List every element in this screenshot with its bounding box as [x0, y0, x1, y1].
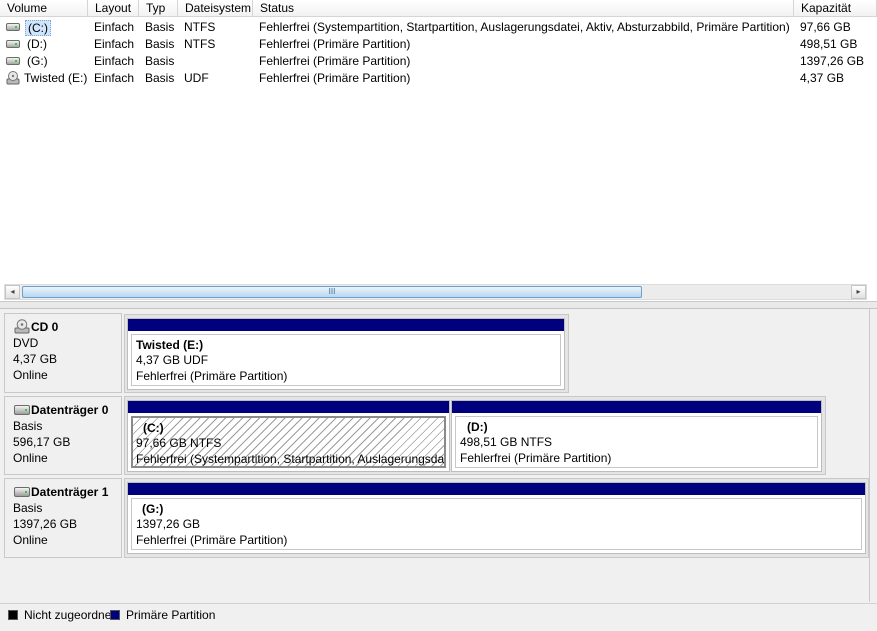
partition-d[interactable]: (D:) 498,51 GB NTFS Fehlerfrei (Primäre …: [451, 400, 822, 472]
legend-label-unallocated: Nicht zugeordnet: [24, 608, 115, 622]
drive-icon: [6, 23, 20, 31]
column-header-status[interactable]: Status: [253, 0, 794, 17]
table-row[interactable]: (C:) Einfach Basis NTFS Fehlerfrei (Syst…: [0, 19, 877, 36]
disk-size: 4,37 GB: [13, 352, 58, 366]
legend-swatch-unallocated: [8, 610, 18, 620]
partition-twisted-e[interactable]: Twisted (E:) 4,37 GB UDF Fehlerfrei (Pri…: [127, 318, 565, 390]
partition-status: Fehlerfrei (Primäre Partition): [136, 369, 288, 383]
legend-label-primary: Primäre Partition: [126, 608, 216, 622]
volume-filesystem: NTFS: [184, 20, 216, 34]
drive-icon: [6, 57, 20, 65]
disk-label-disk1[interactable]: Datenträger 1 Basis 1397,26 GB Online: [4, 478, 122, 558]
volume-capacity: 498,51 GB: [800, 37, 858, 51]
partition-bar: [128, 483, 865, 495]
partition-g[interactable]: (G:) 1397,26 GB Fehlerfrei (Primäre Part…: [127, 482, 866, 554]
disk-name: Datenträger 1: [31, 485, 109, 499]
volume-name: Twisted (E:): [24, 71, 88, 85]
volume-status: Fehlerfrei (Primäre Partition): [259, 37, 411, 51]
volume-status: Fehlerfrei (Primäre Partition): [259, 54, 411, 68]
table-row[interactable]: Twisted (E:) Einfach Basis UDF Fehlerfre…: [0, 70, 877, 87]
partition-size: 1397,26 GB: [136, 517, 201, 531]
legend-swatch-primary: [110, 610, 120, 620]
column-header-volume[interactable]: Volume: [0, 0, 88, 17]
volume-typ: Basis: [145, 20, 175, 34]
partition-status: Fehlerfrei (Primäre Partition): [460, 451, 612, 465]
volume-typ: Basis: [145, 37, 175, 51]
disk-name: Datenträger 0: [31, 403, 109, 417]
disk-icon: [14, 405, 30, 415]
scroll-left-button[interactable]: ◂: [5, 285, 20, 299]
pane-splitter[interactable]: [0, 302, 877, 309]
disk-state: Online: [13, 451, 48, 465]
partition-title: (C:): [143, 421, 164, 435]
partition-title: (D:): [467, 420, 488, 434]
drive-icon: [6, 40, 20, 48]
partition-bar: [452, 401, 821, 413]
volume-layout: Einfach: [94, 71, 135, 85]
cd-drive-icon: [6, 71, 20, 85]
volume-name: (C:): [25, 20, 51, 36]
volume-status: Fehlerfrei (Primäre Partition): [259, 71, 411, 85]
volume-name: (G:): [27, 54, 48, 68]
column-header-dateisystem[interactable]: Dateisystem: [178, 0, 253, 17]
scrollbar-thumb[interactable]: III: [22, 286, 642, 298]
disk-icon: [14, 487, 30, 497]
disk-kind: DVD: [13, 336, 39, 350]
volume-filesystem: UDF: [184, 71, 209, 85]
volume-typ: Basis: [145, 54, 175, 68]
partition-bar: [128, 401, 449, 413]
legend: Nicht zugeordnet Primäre Partition: [0, 603, 877, 626]
volume-capacity: 4,37 GB: [800, 71, 845, 85]
volume-layout: Einfach: [94, 37, 135, 51]
disk-label-disk0[interactable]: Datenträger 0 Basis 596,17 GB Online: [4, 396, 122, 475]
volume-status: Fehlerfrei (Systempartition, Startpartit…: [259, 20, 790, 34]
scroll-right-button[interactable]: ▸: [851, 285, 866, 299]
partition-bar: [128, 319, 564, 331]
partition-selected-hatch: (C:) 97,66 GB NTFS Fehlerfrei (Systempar…: [131, 416, 446, 468]
partition-size: 498,51 GB NTFS: [460, 435, 553, 449]
horizontal-scrollbar[interactable]: ◂ III ▸: [4, 284, 867, 300]
partition-title: (G:): [142, 502, 164, 516]
column-header-typ[interactable]: Typ: [139, 0, 178, 17]
disk-size: 596,17 GB: [13, 435, 71, 449]
partition-size: 4,37 GB UDF: [136, 353, 209, 367]
partition-size: 97,66 GB NTFS: [136, 436, 222, 450]
volume-list: Volume Layout Typ Dateisystem Status Kap…: [0, 0, 877, 302]
column-header-layout[interactable]: Layout: [88, 0, 139, 17]
partition-status: Fehlerfrei (Systempartition, Startpartit…: [136, 452, 446, 466]
table-row[interactable]: (G:) Einfach Basis Fehlerfrei (Primäre P…: [0, 53, 877, 70]
volume-capacity: 97,66 GB: [800, 20, 851, 34]
disk-state: Online: [13, 368, 48, 382]
disk-kind: Basis: [13, 501, 43, 515]
column-header-kapazitat[interactable]: Kapazität: [794, 0, 877, 17]
volume-layout: Einfach: [94, 20, 135, 34]
cd-drive-icon: [14, 319, 30, 334]
disk-name: CD 0: [31, 320, 59, 334]
volume-name: (D:): [27, 37, 47, 51]
volume-typ: Basis: [145, 71, 175, 85]
disk-kind: Basis: [13, 419, 43, 433]
disk-label-cd0[interactable]: CD 0 DVD 4,37 GB Online: [4, 313, 122, 393]
partition-status: Fehlerfrei (Primäre Partition): [136, 533, 288, 547]
disk-size: 1397,26 GB: [13, 517, 78, 531]
table-row[interactable]: (D:) Einfach Basis NTFS Fehlerfrei (Prim…: [0, 36, 877, 53]
partition-c[interactable]: (C:) 97,66 GB NTFS Fehlerfrei (Systempar…: [127, 400, 450, 472]
volume-filesystem: NTFS: [184, 37, 216, 51]
volume-capacity: 1397,26 GB: [800, 54, 865, 68]
disk-state: Online: [13, 533, 48, 547]
partition-title: Twisted (E:): [136, 338, 204, 352]
volume-layout: Einfach: [94, 54, 135, 68]
